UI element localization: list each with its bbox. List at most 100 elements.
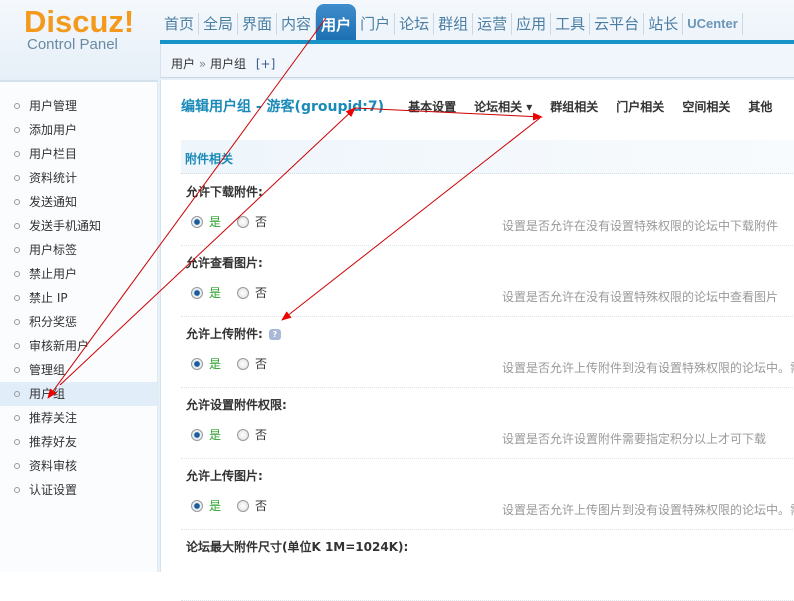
nav-tab[interactable]: 界面 [238,13,278,35]
radio-no-label[interactable]: 否 [255,284,267,301]
radio-no-label[interactable]: 否 [255,213,267,230]
sidebar-item-label: 用户管理 [29,99,78,113]
sidebar-item[interactable]: 推荐好友 [0,430,157,454]
setting-label: 允许设置附件权限: [186,398,287,412]
setting-row: 允许设置附件权限: 是 否 设置是否允许设置附件需要指定积分以上才可下载 [181,388,794,459]
bullet-icon [14,343,20,349]
logo-brand: Discuz! [24,4,135,39]
sidebar-item-label: 用户标签 [29,243,78,257]
radio-yes[interactable] [191,286,203,299]
nav-tab[interactable]: 门户 [356,13,396,35]
sidebar-item[interactable]: 发送手机通知 [0,214,157,238]
sub-tab[interactable]: 群组相关 [550,98,598,115]
radio-no[interactable] [237,286,250,299]
bullet-icon [14,199,20,205]
add-shortcut-button[interactable]: [+] [256,57,275,71]
setting-row: 允许下载附件: 是 否 设置是否允许在没有设置特殊权限的论坛中下载附件 [181,175,794,246]
section-header: 附件相关 [181,140,794,174]
radio-yes-label[interactable]: 是 [209,284,221,301]
nav-tab[interactable]: 论坛 [395,13,435,35]
radio-no-label[interactable]: 否 [255,497,267,514]
setting-row: 允许查看图片: 是 否 设置是否允许在没有设置特殊权限的论坛中查看图片 [181,246,794,317]
discuz-logo[interactable]: Discuz! Control Panel [24,4,134,53]
radio-no[interactable] [237,499,250,512]
sidebar-item[interactable]: 发送通知 [0,190,157,214]
radio-yes-label[interactable]: 是 [209,497,221,514]
sidebar-item[interactable]: 资料审核 [0,454,157,478]
sub-tab[interactable]: 其他 [748,98,772,115]
sidebar-item-label: 资料统计 [29,171,78,185]
bullet-icon [14,175,20,181]
setting-description: 设置是否允许上传附件到没有设置特殊权限的论坛中。需 [502,361,794,375]
radio-no-label[interactable]: 否 [255,355,267,372]
sidebar-item-label: 资料审核 [29,459,78,473]
setting-label: 论坛最大附件尺寸(单位K 1M=1024K): [186,540,409,554]
sidebar-item-label: 禁止 IP [29,291,68,305]
sidebar-item[interactable]: 用户管理 [0,94,157,118]
sub-tab[interactable]: 空间相关 [682,98,730,115]
radio-yes[interactable] [191,357,203,370]
nav-tab[interactable]: 工具 [551,13,591,35]
sidebar-item[interactable]: 积分奖惩 [0,310,157,334]
radio-no-label[interactable]: 否 [255,426,267,443]
radio-yes[interactable] [191,428,203,441]
page-title: 编辑用户组 - 游客(groupid:7) [181,99,385,115]
setting-row: 允许上传附件:? 是 否 设置是否允许上传附件到没有设置特殊权限的论坛中。需 [181,317,794,388]
setting-label: 允许下载附件: [186,185,263,199]
breadcrumb-root[interactable]: 用户 [171,57,195,71]
nav-tab[interactable]: 首页 [160,13,200,35]
bullet-icon [14,487,20,493]
radio-no[interactable] [237,215,250,228]
bullet-icon [14,151,20,157]
sidebar-item[interactable]: 推荐关注 [0,406,157,430]
sidebar-item[interactable]: 资料统计 [0,166,157,190]
sidebar-item-label: 用户组 [29,387,66,401]
sidebar-item[interactable]: 认证设置 [0,478,157,502]
sidebar-item[interactable]: 添加用户 [0,118,157,142]
radio-yes-label[interactable]: 是 [209,213,221,230]
bullet-icon [14,391,20,397]
sidebar-item-label: 发送通知 [29,195,78,209]
nav-tab[interactable]: 群组 [434,13,474,35]
sidebar-item[interactable]: 用户栏目 [0,142,157,166]
radio-yes-label[interactable]: 是 [209,355,221,372]
sub-tab[interactable]: 门户相关 [616,98,664,115]
setting-label: 允许查看图片: [186,256,263,270]
sidebar-item-label: 禁止用户 [29,267,78,281]
sub-tab[interactable]: 论坛相关 ▾ [474,98,532,115]
breadcrumb-current: 用户组 [210,57,247,71]
sidebar-item-label: 积分奖惩 [29,315,78,329]
bullet-icon [14,103,20,109]
sidebar-item-label: 推荐关注 [29,411,78,425]
radio-no[interactable] [237,428,250,441]
sidebar: 用户管理添加用户用户栏目资料统计发送通知发送手机通知 用户标签禁止用户禁止 IP 积… [0,80,158,572]
sub-tab[interactable]: 基本设置 [408,98,456,115]
sidebar-item-label: 发送手机通知 [29,219,102,233]
nav-tab[interactable]: 运营 [473,13,513,35]
nav-tab[interactable]: 站长 [644,13,684,35]
sidebar-item[interactable]: 管理组 [0,358,157,382]
nav-tab[interactable]: 云平台 [590,13,645,35]
nav-tab[interactable]: 用户 [316,4,357,42]
top-nav: 首页 全局 界面 内容 用户 门户 论坛 群组 运营 应用 工具 云平台 站长 UCenter [160,2,743,42]
bullet-icon [14,367,20,373]
radio-yes-label[interactable]: 是 [209,426,221,443]
radio-yes[interactable] [191,215,203,228]
sidebar-item[interactable]: 用户标签 [0,238,157,262]
sidebar-item[interactable]: 审核新用户 [0,334,157,358]
nav-tab[interactable]: 内容 [277,13,317,35]
bullet-icon [14,223,20,229]
nav-tab[interactable]: 应用 [512,13,552,35]
sidebar-item-label: 用户栏目 [29,147,78,161]
setting-description: 设置是否允许设置附件需要指定积分以上才可下载 [502,432,767,446]
radio-yes[interactable] [191,499,203,512]
help-icon[interactable]: ? [268,329,281,340]
setting-label: 允许上传图片: [186,469,263,483]
sidebar-item[interactable]: 禁止用户 [0,262,157,286]
sidebar-item[interactable]: 禁止 IP [0,286,157,310]
logo-subtitle: Control Panel [27,36,118,53]
nav-tab[interactable]: UCenter [683,13,743,35]
radio-no[interactable] [237,357,250,370]
sidebar-item[interactable]: 用户组 [0,382,157,406]
nav-tab[interactable]: 全局 [199,13,239,35]
